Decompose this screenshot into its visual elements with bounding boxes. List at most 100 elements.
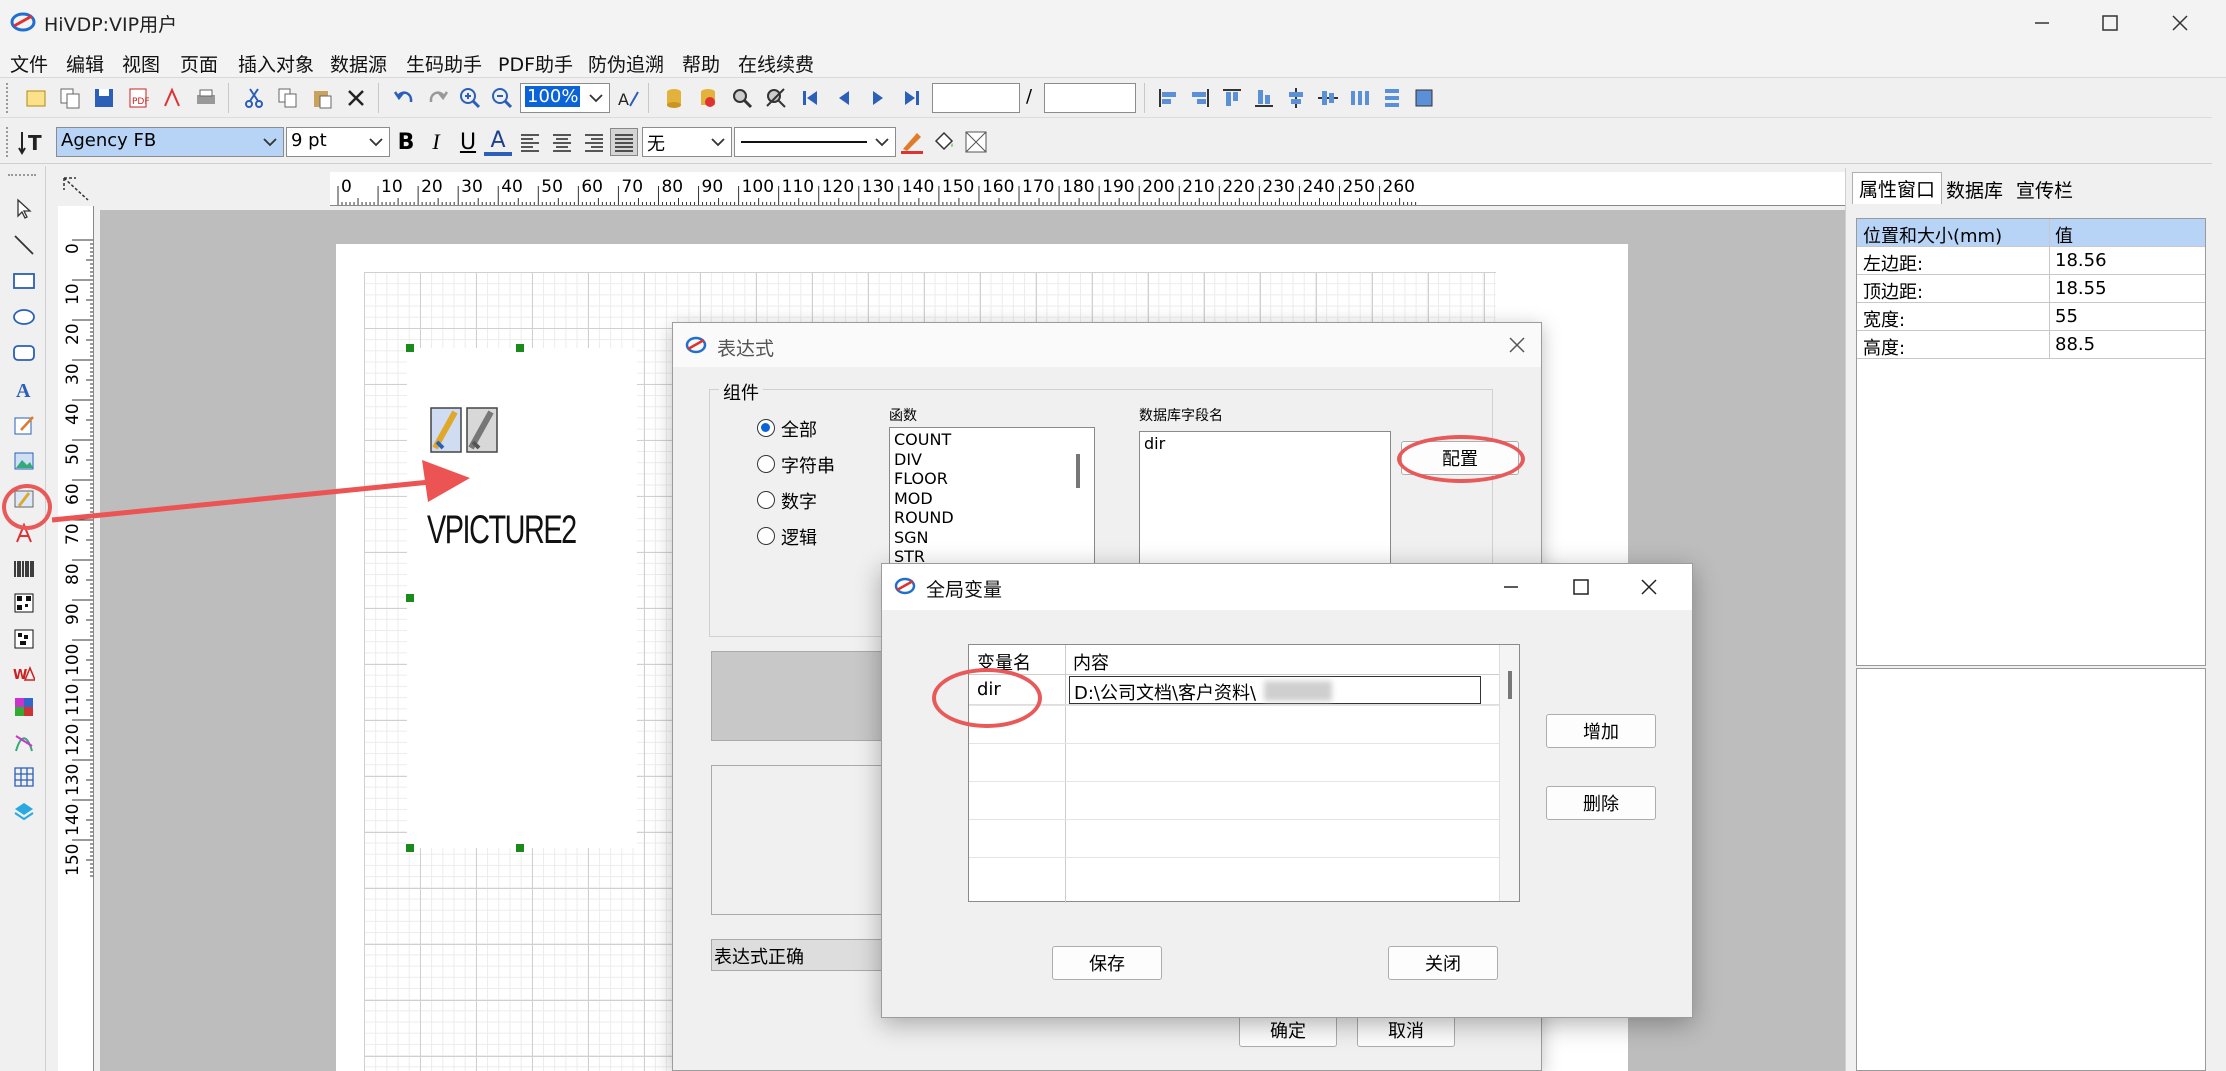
menu-anti-fake[interactable]: 防伪追溯	[588, 50, 664, 77]
pdf-icon[interactable]	[158, 84, 186, 112]
align-center-v-icon[interactable]	[1314, 84, 1342, 112]
new-file-icon[interactable]	[22, 84, 50, 112]
underline-button[interactable]: U	[454, 128, 482, 156]
radio-number[interactable]	[757, 491, 775, 509]
ok-button[interactable]: 确定	[1239, 1013, 1337, 1047]
radio-all[interactable]	[757, 419, 775, 437]
cancel-button[interactable]: 取消	[1357, 1013, 1455, 1047]
anti-fake-tool-icon[interactable]: W	[11, 660, 37, 686]
text-direction-icon[interactable]: T	[18, 128, 46, 156]
menu-view[interactable]: 视图	[122, 50, 160, 77]
menu-code-assistant[interactable]: 生码助手	[406, 50, 482, 77]
first-record-icon[interactable]	[796, 84, 824, 112]
radio-all-label[interactable]: 全部	[781, 416, 817, 442]
property-row-left[interactable]: 左边距: 18.56	[1857, 247, 2205, 275]
minimize-button[interactable]	[2012, 4, 2072, 42]
table-row[interactable]: dir D:\公司文档\客户资料\	[969, 675, 1499, 705]
resize-handle[interactable]	[406, 344, 414, 352]
align-center-h-icon[interactable]	[1282, 84, 1310, 112]
line-color-icon[interactable]	[898, 128, 926, 156]
resize-handle[interactable]	[406, 844, 414, 852]
qrcode-tool-icon[interactable]	[11, 590, 37, 616]
property-value[interactable]: 88.5	[2055, 334, 2095, 355]
same-size-icon[interactable]	[1410, 84, 1438, 112]
text-justify-icon[interactable]	[610, 128, 638, 156]
border-style-select[interactable]: 无	[642, 127, 732, 157]
total-pages-input[interactable]	[1044, 83, 1136, 113]
radio-number-label[interactable]: 数字	[781, 488, 817, 514]
no-border-icon[interactable]	[962, 128, 990, 156]
radio-string-label[interactable]: 字符串	[781, 452, 835, 478]
zoom-in-icon[interactable]	[456, 84, 484, 112]
list-item[interactable]: FLOOR	[894, 469, 1090, 489]
zoom-out-icon[interactable]	[488, 84, 516, 112]
radio-string[interactable]	[757, 455, 775, 473]
close-window-button[interactable]	[2150, 4, 2210, 42]
property-value[interactable]: 18.56	[2055, 250, 2107, 271]
tab-database[interactable]: 数据库	[1946, 176, 2003, 203]
delete-icon[interactable]	[342, 84, 370, 112]
property-row-width[interactable]: 宽度: 55	[1857, 303, 2205, 331]
list-item[interactable]: ROUND	[894, 508, 1090, 528]
current-page-input[interactable]	[932, 83, 1020, 113]
rectangle-tool-icon[interactable]	[11, 268, 37, 294]
variable-table[interactable]: 变量名 内容 dir D:\公司文档\客户资料\	[968, 644, 1520, 903]
maximize-icon[interactable]	[1572, 578, 1590, 596]
layer-tool-icon[interactable]	[11, 798, 37, 824]
last-record-icon[interactable]	[898, 84, 926, 112]
add-variable-button[interactable]: 增加	[1546, 714, 1656, 748]
save-button[interactable]: 保存	[1052, 946, 1162, 980]
property-value[interactable]: 18.55	[2055, 278, 2107, 299]
property-row-height[interactable]: 高度: 88.5	[1857, 331, 2205, 359]
database-icon[interactable]	[660, 84, 688, 112]
copy-icon[interactable]	[274, 84, 302, 112]
font-name-select[interactable]: Agency FB	[56, 127, 284, 157]
close-button[interactable]: 关闭	[1388, 946, 1498, 980]
close-icon[interactable]	[1640, 578, 1658, 596]
menu-data-source[interactable]: 数据源	[330, 50, 387, 77]
list-item[interactable]: COUNT	[894, 430, 1090, 450]
rounded-rect-tool-icon[interactable]	[11, 340, 37, 366]
table-tool-icon[interactable]	[11, 764, 37, 790]
menu-insert-object[interactable]: 插入对象	[238, 50, 314, 77]
italic-button[interactable]: I	[422, 128, 450, 156]
database-delete-icon[interactable]	[694, 84, 722, 112]
curve-tool-icon[interactable]	[11, 730, 37, 756]
tab-properties[interactable]: 属性窗口	[1852, 172, 1943, 204]
font-size-select[interactable]: 9 pt	[286, 127, 390, 157]
line-style-select[interactable]	[734, 127, 896, 157]
minimize-icon[interactable]	[1502, 578, 1520, 596]
list-scrollbar-thumb[interactable]	[1076, 454, 1080, 488]
fill-color-icon[interactable]	[930, 128, 958, 156]
paste-icon[interactable]	[308, 84, 336, 112]
image-tool-icon[interactable]	[11, 448, 37, 474]
menu-edit[interactable]: 编辑	[66, 50, 104, 77]
resize-handle[interactable]	[406, 594, 414, 602]
align-right-icon[interactable]	[1186, 84, 1214, 112]
search-record-icon[interactable]	[728, 84, 756, 112]
barcode-tool-icon[interactable]	[11, 556, 37, 582]
resize-handle[interactable]	[516, 844, 524, 852]
align-bottom-icon[interactable]	[1250, 84, 1278, 112]
menu-file[interactable]: 文件	[10, 50, 48, 77]
property-value[interactable]: 55	[2055, 306, 2078, 327]
menu-pdf-assistant[interactable]: PDF助手	[498, 50, 573, 77]
variable-picture-element[interactable]: VPICTURE2	[407, 348, 637, 848]
pointer-tool-icon[interactable]	[11, 196, 37, 222]
text-size-icon[interactable]: A	[614, 84, 642, 112]
line-tool-icon[interactable]	[11, 232, 37, 258]
align-left-icon[interactable]	[1154, 84, 1182, 112]
cut-icon[interactable]	[240, 84, 268, 112]
prev-record-icon[interactable]	[830, 84, 858, 112]
ellipse-tool-icon[interactable]	[11, 304, 37, 330]
radio-logic[interactable]	[757, 527, 775, 545]
list-item[interactable]: SGN	[894, 528, 1090, 548]
zoom-select[interactable]: 100%	[520, 83, 610, 113]
align-top-icon[interactable]	[1218, 84, 1246, 112]
delete-variable-button[interactable]: 删除	[1546, 786, 1656, 820]
distribute-h-icon[interactable]	[1346, 84, 1374, 112]
list-item[interactable]: DIV	[894, 450, 1090, 470]
text-align-right-icon[interactable]	[580, 128, 608, 156]
search-clear-icon[interactable]	[762, 84, 790, 112]
text-align-left-icon[interactable]	[516, 128, 544, 156]
